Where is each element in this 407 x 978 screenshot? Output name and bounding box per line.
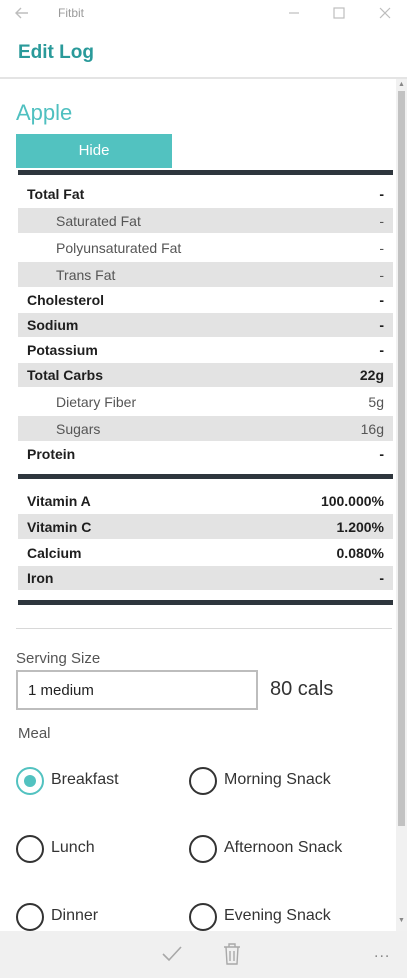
nutrition-row-trans-fat: Trans Fat -	[18, 262, 393, 287]
nutrition-row-saturated-fat: Saturated Fat -	[18, 208, 393, 233]
vitamin-row-iron: Iron -	[18, 566, 393, 590]
nutrition-label: Polyunsaturated Fat	[56, 239, 182, 256]
more-options-icon[interactable]: ...	[374, 944, 390, 962]
trash-icon[interactable]	[222, 942, 242, 966]
back-arrow-icon[interactable]	[12, 4, 32, 22]
nutrition-value: -	[379, 292, 384, 308]
maximize-icon[interactable]	[330, 4, 348, 22]
vitamin-value: 1.200%	[336, 518, 384, 535]
meal-option-label: Morning Snack	[224, 771, 331, 788]
meal-option-evening-snack[interactable]: Evening Snack	[189, 903, 389, 933]
nutrition-value: -	[379, 446, 384, 462]
meal-option-label: Lunch	[51, 839, 95, 856]
meal-option-dinner[interactable]: Dinner	[16, 903, 176, 933]
meal-option-morning-snack[interactable]: Morning Snack	[189, 767, 389, 797]
nutrition-value: 16g	[360, 420, 384, 437]
nutrition-label: Sodium	[27, 317, 79, 333]
nutrition-label: Total Carbs	[27, 367, 103, 383]
nutrition-row-sodium: Sodium -	[18, 313, 393, 337]
page-header: Edit Log	[0, 28, 407, 78]
nutrition-row-total-carbs: Total Carbs 22g	[18, 363, 393, 387]
nutrition-label: Potassium	[27, 342, 98, 358]
nutrition-label: Protein	[27, 446, 76, 462]
scroll-up-icon[interactable]: ▲	[398, 81, 405, 88]
vitamin-label: Vitamin A	[27, 492, 91, 509]
serving-size-input[interactable]	[16, 670, 258, 710]
nutrition-row-protein: Protein -	[18, 442, 393, 466]
meal-option-label: Afternoon Snack	[224, 839, 343, 856]
nutrition-value: 22g	[359, 367, 384, 383]
bottom-app-bar: ...	[0, 931, 407, 978]
nutrition-top-bar	[18, 170, 393, 175]
vitamin-value: 100.000%	[320, 492, 384, 509]
nutrition-value: 5g	[368, 393, 384, 410]
vitamin-value: 0.080%	[336, 544, 384, 561]
nutrition-bottom-bar	[18, 600, 393, 605]
vitamin-label: Iron	[27, 570, 54, 586]
scroll-down-icon[interactable]: ▼	[398, 917, 405, 924]
meal-option-label: Dinner	[51, 907, 99, 924]
close-icon[interactable]	[376, 4, 394, 22]
nutrition-row-cholesterol: Cholesterol -	[18, 288, 393, 312]
radio-unselected-icon[interactable]	[16, 835, 44, 863]
meal-option-label: Breakfast	[51, 771, 119, 788]
scrollbar-thumb[interactable]	[398, 91, 405, 826]
nutrition-middle-bar	[18, 474, 393, 479]
vitamin-label: Vitamin C	[27, 518, 92, 535]
calories-value: 80 cals	[270, 678, 334, 700]
nutrition-label: Saturated Fat	[56, 212, 141, 229]
radio-unselected-icon[interactable]	[189, 903, 217, 931]
nutrition-row-dietary-fiber: Dietary Fiber 5g	[18, 389, 393, 414]
radio-unselected-icon[interactable]	[189, 767, 217, 795]
page-title: Edit Log	[18, 42, 94, 63]
vitamin-value: -	[379, 570, 384, 586]
nutrition-label: Sugars	[56, 420, 101, 437]
nutrition-value: -	[379, 212, 384, 229]
app-title: Fitbit	[58, 6, 85, 20]
meal-option-afternoon-snack[interactable]: Afternoon Snack	[189, 835, 389, 865]
meal-option-breakfast[interactable]: Breakfast	[16, 767, 176, 797]
nutrition-value: -	[379, 266, 384, 283]
nutrition-label: Trans Fat	[56, 266, 116, 283]
nutrition-label: Dietary Fiber	[56, 393, 137, 410]
meal-option-label: Evening Snack	[224, 907, 331, 924]
nutrition-value: -	[379, 342, 384, 358]
window-titlebar: Fitbit	[0, 0, 407, 28]
vitamin-row-vitamin-a: Vitamin A 100.000%	[18, 488, 393, 513]
nutrition-label: Total Fat	[27, 185, 85, 202]
header-divider	[0, 77, 407, 79]
nutrition-row-sugars: Sugars 16g	[18, 416, 393, 441]
vitamin-label: Calcium	[27, 544, 82, 561]
vitamin-row-calcium: Calcium 0.080%	[18, 540, 393, 565]
nutrition-row-total-fat: Total Fat -	[18, 181, 393, 206]
nutrition-value: -	[379, 185, 384, 202]
minimize-icon[interactable]	[285, 4, 303, 22]
nutrition-label: Cholesterol	[27, 292, 105, 308]
checkmark-icon[interactable]	[160, 943, 184, 965]
meal-label: Meal	[18, 725, 51, 742]
serving-size-label: Serving Size	[16, 650, 101, 667]
section-divider	[16, 628, 392, 629]
vertical-scrollbar[interactable]: ▲ ▼	[396, 79, 407, 931]
hide-button[interactable]: Hide	[16, 134, 172, 168]
radio-unselected-icon[interactable]	[16, 903, 44, 931]
radio-selected-icon[interactable]	[16, 767, 44, 795]
nutrition-row-polyunsaturated-fat: Polyunsaturated Fat -	[18, 235, 393, 260]
food-name: Apple	[16, 100, 73, 125]
nutrition-value: -	[379, 317, 384, 333]
meal-option-lunch[interactable]: Lunch	[16, 835, 176, 865]
radio-unselected-icon[interactable]	[189, 835, 217, 863]
vitamin-row-vitamin-c: Vitamin C 1.200%	[18, 514, 393, 539]
nutrition-value: -	[379, 239, 384, 256]
nutrition-row-potassium: Potassium -	[18, 338, 393, 362]
